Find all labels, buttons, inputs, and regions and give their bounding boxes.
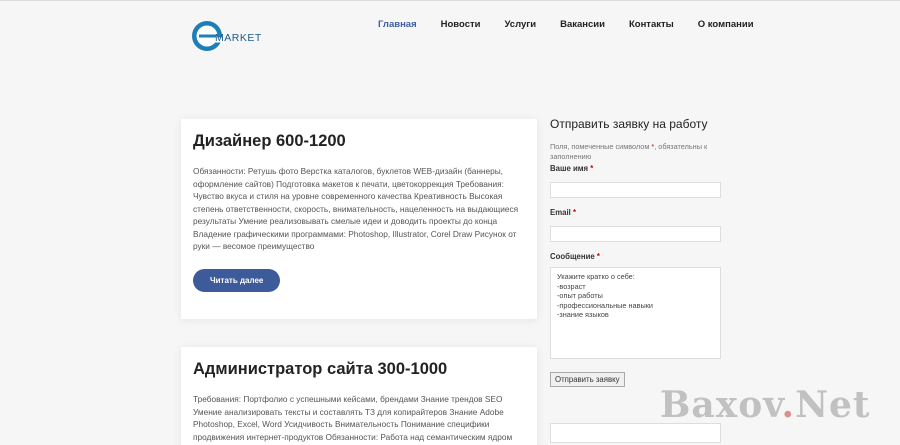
email-label: Email * — [550, 208, 577, 217]
vacancy-excerpt: Обязанности: Ретушь фото Верстка каталог… — [193, 166, 519, 251]
nav-news[interactable]: Новости — [441, 19, 481, 30]
email-input[interactable] — [550, 226, 721, 242]
read-more-button[interactable]: Читать далее — [193, 268, 281, 292]
submit-application-button[interactable]: Отправить заявку — [550, 372, 625, 387]
page: MARKET Главная Новости Услуги Вакансии К… — [0, 0, 900, 445]
vacancy-excerpt: Требования: Портфолио с успешными кейсам… — [193, 394, 513, 445]
watermark: Baxov.Net — [660, 384, 871, 426]
vacancy-title[interactable]: Дизайнер 600-1200 — [193, 132, 525, 151]
extra-input[interactable] — [550, 423, 721, 443]
message-label: Сообщение * — [550, 252, 600, 261]
nav-contacts[interactable]: Контакты — [629, 19, 674, 30]
name-label: Ваше имя * — [550, 164, 594, 173]
vacancy-card: Администратор сайта 300-1000 Требования:… — [181, 347, 537, 445]
vacancy-title[interactable]: Администратор сайта 300-1000 — [193, 360, 525, 379]
main-nav: Главная Новости Услуги Вакансии Контакты… — [378, 19, 778, 30]
nav-about[interactable]: О компании — [698, 19, 754, 30]
emarket-logo[interactable]: MARKET — [190, 17, 270, 55]
message-textarea[interactable]: Укажите кратко о себе: -возраст -опыт ра… — [550, 267, 721, 359]
required-note: Поля, помеченные символом *, обязательны… — [550, 142, 708, 161]
logo-text: MARKET — [215, 32, 262, 44]
application-form: Отправить заявку на работу Поля, помечен… — [550, 117, 725, 443]
nav-services[interactable]: Услуги — [504, 19, 536, 30]
vacancy-card: Дизайнер 600-1200 Обязанности: Ретушь фо… — [181, 119, 537, 319]
form-title: Отправить заявку на работу — [550, 117, 708, 131]
nav-home[interactable]: Главная — [378, 19, 417, 30]
nav-vacancies[interactable]: Вакансии — [560, 19, 605, 30]
name-input[interactable] — [550, 182, 721, 198]
